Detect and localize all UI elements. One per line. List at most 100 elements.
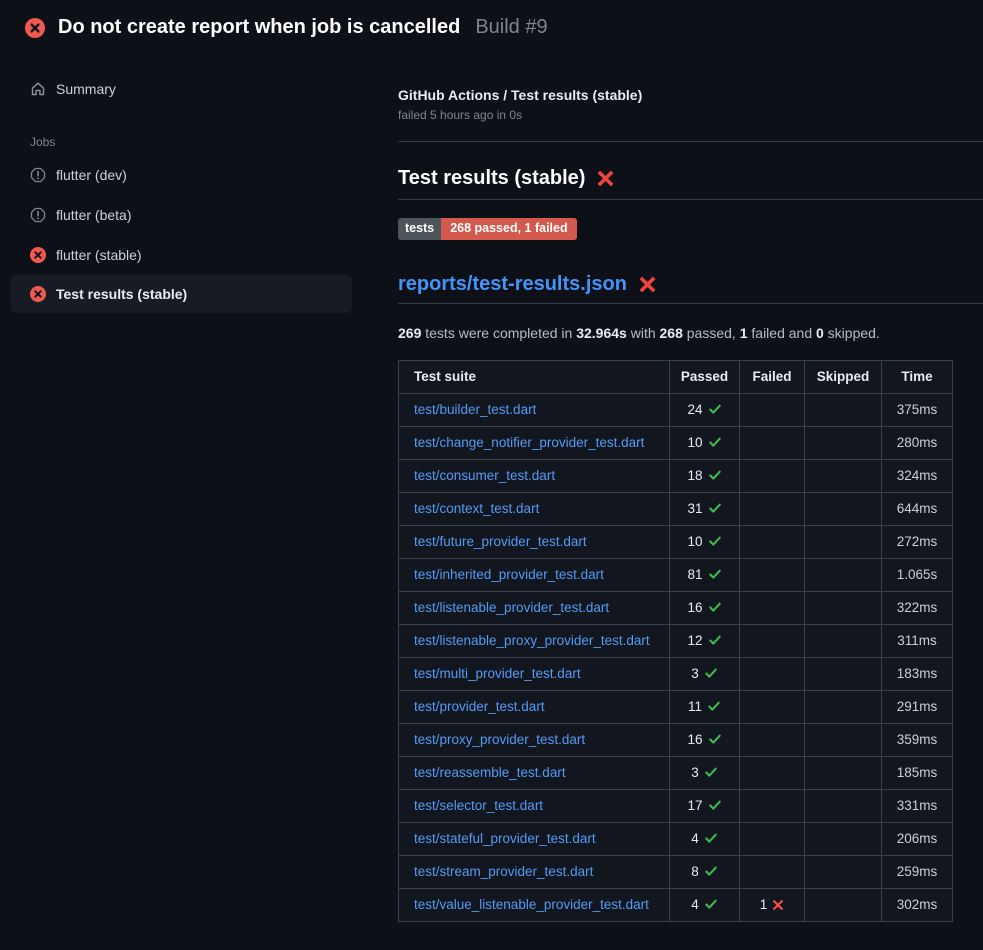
test-results-table: Test suitePassedFailedSkippedTime test/b… [398,360,953,922]
suite-cell: test/future_provider_test.dart [399,525,670,558]
test-suite-link[interactable]: test/multi_provider_test.dart [414,666,581,681]
badge-label: tests [398,218,441,240]
section-title-text: Test results (stable) [398,167,585,190]
column-header-time: Time [882,360,953,393]
run-title: Do not create report when job is cancell… [58,16,460,39]
stop-icon [30,167,46,183]
summary-failed: 1 [740,325,748,341]
passed-cell: 10 [670,525,740,558]
check-icon [699,831,718,846]
sidebar-item-flutter-beta[interactable]: flutter (beta) [11,195,352,235]
summary-skipped: 0 [816,325,824,341]
cross-icon [596,169,615,188]
sidebar-jobs: flutter (dev)flutter (beta) flutter (stab… [0,155,398,313]
summary-total: 269 [398,325,421,341]
passed-cell: 16 [670,591,740,624]
failed-cell [740,657,805,690]
tests-badge: tests 268 passed, 1 failed [398,218,577,240]
table-row: test/proxy_provider_test.dart16359ms [399,723,953,756]
test-suite-link[interactable]: test/stream_provider_test.dart [414,864,593,879]
report-title-link[interactable]: reports/test-results.json [398,273,627,296]
time-cell: 291ms [882,690,953,723]
passed-cell: 16 [670,723,740,756]
check-icon [703,600,722,615]
skipped-cell [805,492,882,525]
sidebar-item-flutter-stable[interactable]: flutter (stable) [11,235,352,275]
passed-cell: 17 [670,789,740,822]
sidebar-item-flutter-dev[interactable]: flutter (dev) [11,155,352,195]
passed-cell: 12 [670,624,740,657]
test-suite-link[interactable]: test/builder_test.dart [414,402,536,417]
passed-cell: 3 [670,756,740,789]
test-suite-link[interactable]: test/selector_test.dart [414,798,543,813]
table-row: test/builder_test.dart24375ms [399,393,953,426]
suite-cell: test/consumer_test.dart [399,459,670,492]
skipped-cell [805,789,882,822]
skipped-cell [805,723,882,756]
test-suite-link[interactable]: test/stateful_provider_test.dart [414,831,596,846]
time-cell: 206ms [882,822,953,855]
table-row: test/context_test.dart31644ms [399,492,953,525]
jobs-heading: Jobs [30,135,398,149]
test-suite-link[interactable]: test/listenable_proxy_provider_test.dart [414,633,650,648]
time-cell: 183ms [882,657,953,690]
suite-cell: test/value_listenable_provider_test.dart [399,888,670,921]
time-cell: 322ms [882,591,953,624]
test-suite-link[interactable]: test/inherited_provider_test.dart [414,567,604,582]
x-circle-icon [25,18,45,38]
table-header-row: Test suitePassedFailedSkippedTime [399,360,953,393]
test-suite-link[interactable]: test/future_provider_test.dart [414,534,587,549]
test-suite-link[interactable]: test/consumer_test.dart [414,468,555,483]
test-suite-link[interactable]: test/value_listenable_provider_test.dart [414,897,649,912]
suite-cell: test/reassemble_test.dart [399,756,670,789]
passed-cell: 4 [670,822,740,855]
time-cell: 1.065s [882,558,953,591]
check-icon [699,666,718,681]
failed-cell [740,492,805,525]
test-suite-link[interactable]: test/reassemble_test.dart [414,765,566,780]
summary-duration: 32.964s [576,325,627,341]
stop-icon [30,207,46,223]
failed-cell [740,591,805,624]
time-cell: 331ms [882,789,953,822]
suite-cell: test/listenable_proxy_provider_test.dart [399,624,670,657]
badge-value: 268 passed, 1 failed [441,218,576,240]
check-icon [703,468,722,483]
column-header-failed: Failed [740,360,805,393]
check-icon [703,501,722,516]
test-suite-link[interactable]: test/change_notifier_provider_test.dart [414,435,644,450]
failed-cell [740,723,805,756]
x-circle-icon [30,286,46,302]
test-suite-link[interactable]: test/listenable_provider_test.dart [414,600,609,615]
skipped-cell [805,525,882,558]
suite-cell: test/stream_provider_test.dart [399,855,670,888]
table-row: test/multi_provider_test.dart3183ms [399,657,953,690]
table-row: test/provider_test.dart11291ms [399,690,953,723]
cross-icon [638,275,657,294]
suite-cell: test/context_test.dart [399,492,670,525]
test-suite-link[interactable]: test/context_test.dart [414,501,539,516]
skipped-cell [805,888,882,921]
check-icon [699,864,718,879]
report-title: reports/test-results.json [398,273,983,304]
passed-cell: 81 [670,558,740,591]
divider [398,141,983,142]
failed-cell [740,426,805,459]
table-row: test/selector_test.dart 17 331ms [399,789,953,822]
check-icon [703,798,722,813]
check-icon [699,897,718,912]
check-icon [703,402,722,417]
table-row: test/change_notifier_provider_test.dart1… [399,426,953,459]
test-suite-link[interactable]: test/proxy_provider_test.dart [414,732,585,747]
sidebar-item-test-results-stable[interactable]: Test results (stable) [11,275,352,313]
skipped-cell [805,591,882,624]
suite-cell: test/builder_test.dart [399,393,670,426]
sidebar-item-summary[interactable]: Summary [11,69,352,109]
summary-passed: 268 [660,325,683,341]
failed-cell [740,789,805,822]
failed-cell [740,393,805,426]
suite-cell: test/listenable_provider_test.dart [399,591,670,624]
test-suite-link[interactable]: test/provider_test.dart [414,699,545,714]
job-label: flutter (stable) [56,247,142,263]
time-cell: 185ms [882,756,953,789]
